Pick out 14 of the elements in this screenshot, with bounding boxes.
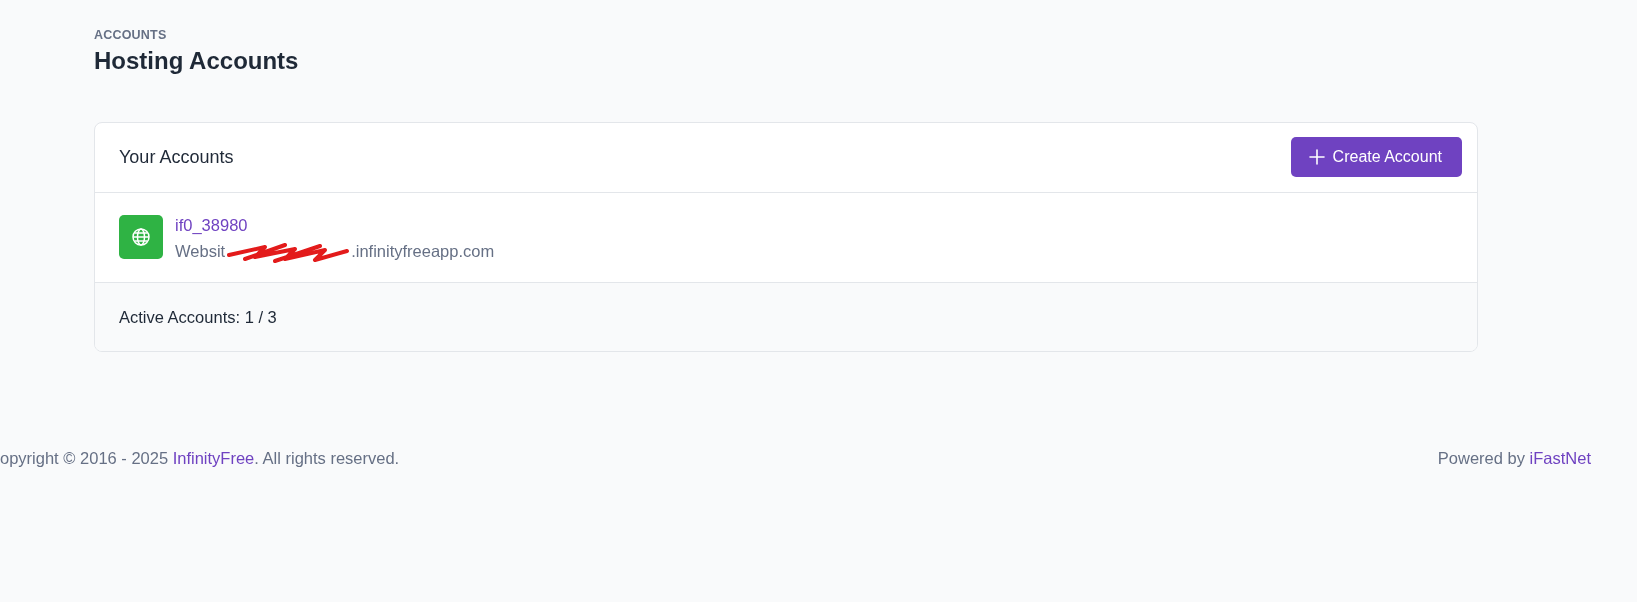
page-title: Hosting Accounts (94, 46, 300, 76)
copyright-text: opyright © 2016 - 2025 InfinityFree. All rights reserved. (0, 448, 400, 470)
active-accounts-count: Active Accounts: 1 / 3 (119, 307, 277, 326)
globe-icon (131, 227, 151, 248)
powered-by-text: Powered by iFastNet (1437, 448, 1591, 470)
plus-icon (1308, 149, 1325, 166)
card-title: Your Accounts (119, 145, 234, 169)
account-username-link[interactable]: if0_38980 (175, 210, 248, 239)
page-pretitle: ACCOUNTS (94, 27, 168, 44)
account-domain-text: .infinityfreeapp.com (351, 240, 495, 262)
create-account-button[interactable]: Create Account (1290, 137, 1462, 178)
infinityfree-link[interactable]: InfinityFree (172, 449, 255, 468)
ifastnet-link[interactable]: iFastNet (1529, 449, 1591, 468)
account-domain-text: Websit (175, 240, 226, 262)
